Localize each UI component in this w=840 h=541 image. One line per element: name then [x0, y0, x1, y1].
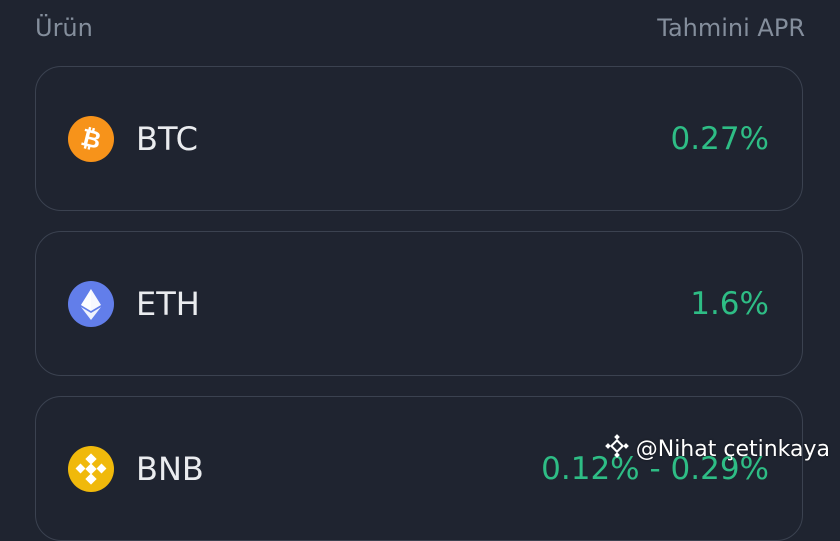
ethereum-icon — [68, 280, 114, 327]
bitcoin-icon: ₿ — [68, 115, 114, 162]
watermark-text: @Nihat çetinkaya — [635, 436, 830, 462]
table-header: Ürün Tahmini APR — [35, 14, 805, 42]
product-card-eth[interactable]: ETH 1.6% — [35, 231, 803, 376]
product-name: ETH — [136, 284, 200, 323]
svg-text:₿: ₿ — [78, 123, 104, 155]
watermark: @Nihat çetinkaya — [604, 433, 830, 465]
apr-value: 1.6% — [690, 285, 769, 322]
product-card-btc[interactable]: ₿ BTC 0.27% — [35, 66, 803, 211]
apr-value: 0.27% — [670, 120, 769, 157]
product-name: BNB — [136, 449, 204, 488]
product-column-label: Ürün — [35, 14, 93, 42]
bnb-icon — [68, 445, 114, 492]
binance-logo-icon — [604, 433, 630, 465]
product-name: BTC — [136, 119, 198, 158]
product-card-bnb[interactable]: BNB 0.12% - 0.29% — [35, 396, 803, 541]
apr-column-label: Tahmini APR — [657, 14, 805, 42]
